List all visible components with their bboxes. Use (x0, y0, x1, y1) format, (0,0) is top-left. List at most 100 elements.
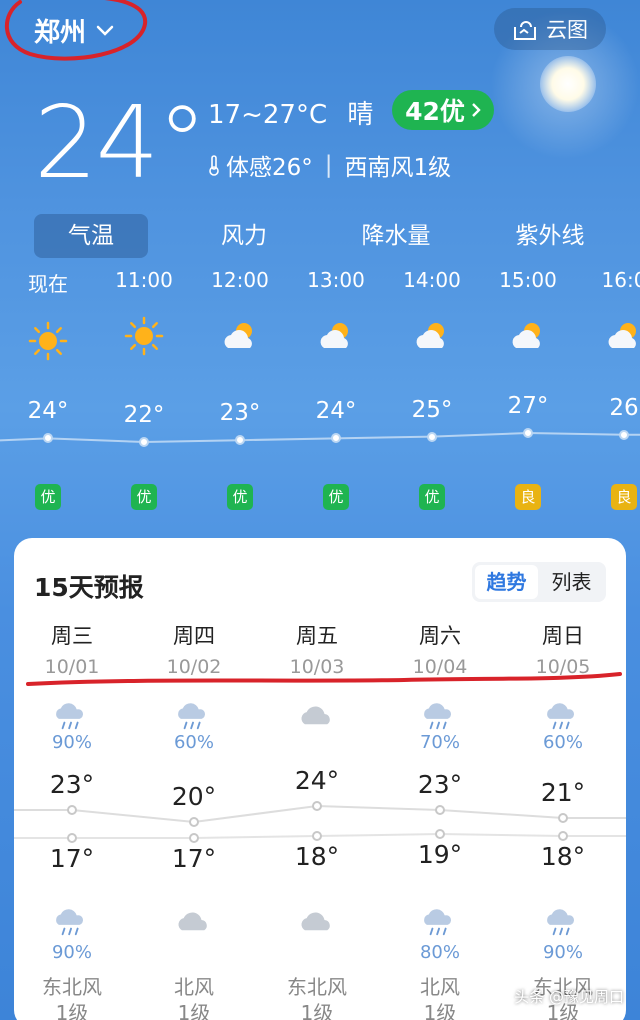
day-precip: 70% (419, 732, 460, 753)
day-high-temp: 23° (49, 770, 95, 799)
night-precip: 90% (542, 942, 583, 963)
hourly-column: 16:0 26 良 (579, 268, 640, 518)
rain-icon (139, 700, 249, 732)
day-low-temp: 19° (417, 840, 463, 869)
watermark: 头条 @豫见周口 (514, 988, 624, 1006)
day-wind-level: 1级 (55, 1001, 89, 1020)
hour-aqi-badge: 优 (323, 484, 349, 510)
day-high-temp: 24° (294, 766, 340, 795)
hour-temperature-dot (619, 429, 629, 440)
hour-temperature-dot (331, 433, 341, 444)
day-weekday: 周六 (419, 624, 461, 648)
cloud-icon (262, 700, 372, 732)
day-precip: 60% (542, 732, 583, 753)
day-high-temp: 20° (171, 782, 217, 811)
hour-temperature: 24° (27, 398, 69, 425)
cloud-icon (262, 906, 372, 938)
day-wind-direction: 北风 (420, 975, 460, 999)
hourly-column: 14:00 25° 优 (387, 268, 477, 518)
day-weekday: 周日 (542, 624, 584, 648)
hour-time: 15:00 (499, 268, 557, 292)
day-high-temp: 23° (417, 770, 463, 799)
cloud-icon (139, 906, 249, 938)
partly-cloudy-icon (412, 316, 452, 356)
day-high-temp: 21° (540, 778, 586, 807)
day-precip: 60% (173, 732, 214, 753)
tab-temperature[interactable]: 气温 (34, 214, 148, 258)
rain-icon (17, 906, 127, 938)
forecast-card: 15天预报 趋势 列表 周三 10/01 90% 23° 17° 90% 东北风… (14, 538, 626, 1020)
sun-icon (28, 321, 68, 361)
current-temperature: 24° (34, 84, 207, 201)
weather-condition: 晴 (347, 100, 374, 130)
day-weekday: 周四 (173, 624, 215, 648)
day-wind-level: 1级 (423, 1001, 457, 1020)
day-low-temp: 18° (540, 842, 586, 871)
hour-time: 13:00 (307, 268, 365, 292)
hour-aqi-badge: 优 (131, 484, 157, 510)
night-precip: 90% (51, 942, 92, 963)
day-precip: 90% (51, 732, 92, 753)
feels-like: 体感26° (226, 155, 313, 181)
hour-temperature: 22° (123, 402, 165, 428)
temperature-range: 17~27°C (208, 100, 328, 130)
hour-time: 14:00 (403, 268, 461, 292)
feels-like-row: 体感26° | 西南风1级 (208, 148, 451, 182)
hour-aqi-badge: 良 (515, 484, 541, 510)
hour-aqi-badge: 优 (227, 484, 253, 510)
hour-temperature-dot (139, 437, 149, 447)
day-wind-direction: 北风 (174, 975, 214, 999)
day-low-temp: 18° (294, 842, 340, 871)
hour-temperature: 24° (315, 398, 357, 425)
hour-aqi-badge: 优 (35, 484, 61, 510)
partly-cloudy-icon (316, 316, 356, 356)
hour-time: 16:0 (601, 268, 640, 292)
sun-icon (124, 316, 164, 356)
partly-cloudy-icon (508, 316, 548, 356)
cloud-map-button[interactable]: 云图 (494, 8, 606, 50)
day-wind-level: 1级 (177, 1001, 211, 1020)
hour-time: 12:00 (211, 268, 269, 292)
hourly-tabs: 气温 风力 降水量 紫外线 (0, 214, 640, 258)
rain-icon (17, 700, 127, 732)
hourly-forecast: 现在 24° 优 11:00 22° 优 12:00 23° 优 13:00 24° … (0, 268, 640, 518)
hour-temperature-dot (235, 435, 245, 446)
cloud-map-icon (514, 21, 536, 40)
day-weekday: 周五 (296, 624, 338, 648)
red-annotation-underline (26, 672, 622, 686)
hour-aqi-badge: 优 (419, 484, 445, 510)
temperature-range-condition: 17~27°C 晴 (208, 94, 373, 131)
aqi-badge[interactable]: 42优 (392, 90, 494, 130)
hourly-column: 15:00 27° 良 (483, 268, 573, 518)
chevron-right-icon (472, 103, 481, 117)
tab-uv[interactable]: 紫外线 (500, 214, 600, 258)
day-wind-direction: 东北风 (42, 975, 102, 999)
rain-icon (385, 906, 495, 938)
day-low-temp: 17° (171, 844, 217, 873)
hour-time: 11:00 (115, 268, 173, 292)
rain-icon (508, 906, 618, 938)
day-wind-level: 1级 (300, 1001, 334, 1020)
rain-icon (508, 700, 618, 732)
hour-aqi-badge: 良 (611, 484, 637, 510)
day-low-temp: 17° (49, 844, 95, 873)
hourly-column: 12:00 23° 优 (195, 268, 285, 518)
hourly-column: 现在 24° 优 (3, 268, 93, 518)
cloud-map-label: 云图 (546, 18, 588, 42)
hour-temperature-dot (43, 433, 53, 444)
current-wind: 西南风1级 (344, 155, 452, 181)
sun-decoration (540, 56, 596, 112)
tab-wind[interactable]: 风力 (196, 214, 292, 258)
tab-precipitation[interactable]: 降水量 (346, 214, 446, 258)
hour-temperature-dot (427, 431, 437, 442)
aqi-label: 42优 (405, 97, 465, 126)
hour-temperature: 26 (609, 394, 639, 421)
rain-icon (385, 700, 495, 732)
hour-time: 现在 (28, 272, 68, 296)
hour-temperature: 23° (219, 400, 261, 427)
hour-temperature-dot (523, 428, 533, 438)
hourly-column: 11:00 22° 优 (99, 268, 189, 518)
day-wind-direction: 东北风 (287, 975, 347, 999)
divider: | (324, 152, 333, 178)
red-annotation-circle (5, 0, 148, 61)
